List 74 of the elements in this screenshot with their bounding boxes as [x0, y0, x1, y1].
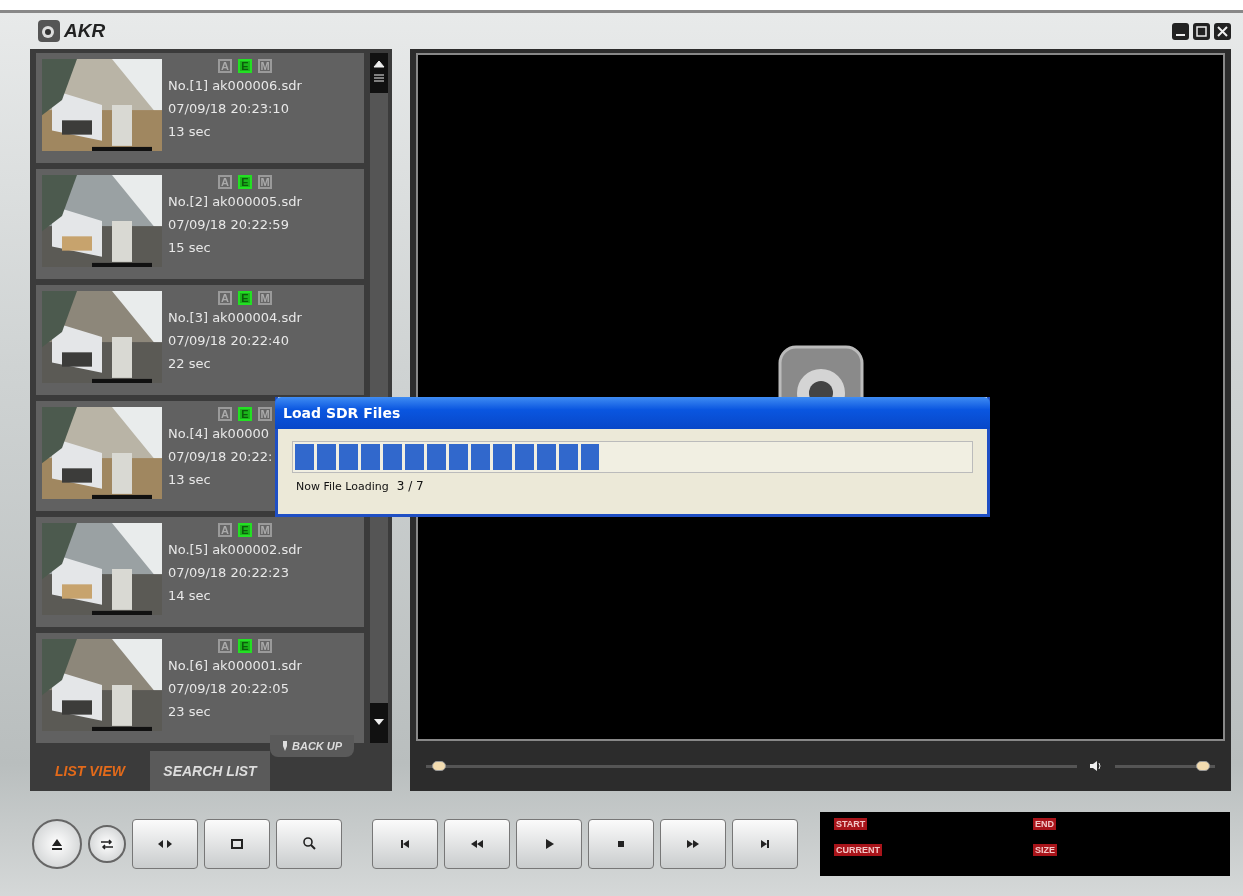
file-name: No.[5] ak000002.sdr — [168, 541, 302, 559]
flag-badge: M — [258, 291, 272, 305]
record-datetime: 07/09/18 20:22:23 — [168, 564, 290, 582]
slider-thumb[interactable] — [432, 760, 446, 771]
flag-badge: A — [218, 523, 232, 537]
flag-badge: M — [258, 175, 272, 189]
flag-badge: M — [258, 639, 272, 653]
record-datetime: 07/09/18 20:22:40 — [168, 332, 290, 350]
flag-badge: A — [218, 639, 232, 653]
record-datetime: 07/09/18 20:22:05 — [168, 680, 290, 698]
file-name: No.[3] ak000004.sdr — [168, 309, 302, 327]
flag-badge: E — [238, 59, 252, 73]
tab[interactable]: LIST VIEW — [30, 751, 150, 791]
record-datetime: 07/09/18 20:23:10 — [168, 100, 290, 118]
info-label: SIZE — [1033, 843, 1057, 856]
info-label: START — [834, 817, 868, 830]
flag-badge: M — [258, 407, 272, 421]
tab[interactable]: SEARCH LIST — [150, 751, 270, 791]
search-icon — [301, 835, 317, 852]
record-datetime: 07/09/18 20:22: — [168, 448, 273, 466]
record-duration: 13 sec — [168, 123, 212, 141]
file-name: No.[4] ak00000 — [168, 425, 270, 443]
flag-badge: A — [218, 59, 232, 73]
flag-badge: M — [258, 59, 272, 73]
slider-thumb[interactable] — [1196, 760, 1210, 771]
flag-badge: E — [238, 523, 252, 537]
dialog-title: Load SDR Files — [275, 397, 990, 429]
file-name: No.[1] ak000006.sdr — [168, 77, 302, 95]
recording-item[interactable]: A E M No.[3] ak000004.sdr 07/09/18 20:22:40 22 sec — [36, 285, 364, 395]
minimize-icon[interactable] — [1172, 22, 1189, 40]
record-duration: 13 sec — [168, 471, 212, 489]
flag-badge: E — [238, 175, 252, 189]
play-button[interactable] — [516, 818, 582, 869]
window-button[interactable] — [204, 818, 270, 869]
flag-badge: E — [238, 639, 252, 653]
flag-badge: M — [258, 523, 272, 537]
backup-button[interactable]: BACK UP — [270, 735, 355, 757]
recording-item[interactable]: A E M No.[1] ak000006.sdr 07/09/18 20:23:10 13 sec — [36, 53, 364, 163]
record-duration: 23 sec — [168, 703, 212, 721]
flag-badge: A — [218, 291, 232, 305]
info-label: CURRENT — [834, 843, 882, 856]
swap-button[interactable] — [88, 824, 126, 863]
file-name: No.[6] ak000001.sdr — [168, 657, 302, 675]
record-duration: 15 sec — [168, 239, 212, 257]
volume-slider[interactable] — [1115, 764, 1215, 768]
info-label: END — [1033, 817, 1056, 830]
flag-badge: E — [238, 291, 252, 305]
search-button[interactable] — [276, 818, 342, 869]
recording-item[interactable]: A E M No.[5] ak000002.sdr 07/09/18 20:22:23 14 sec — [36, 517, 364, 627]
recording-item[interactable]: A E M No.[2] ak000005.sdr 07/09/18 20:22:59 15 sec — [36, 169, 364, 279]
stop-button[interactable] — [588, 818, 654, 869]
close-icon[interactable] — [1214, 22, 1231, 40]
eject-button[interactable] — [32, 818, 82, 869]
camera-logo-icon — [777, 345, 864, 397]
flag-badge: A — [218, 175, 232, 189]
file-count: 3 / 7 — [396, 479, 424, 493]
record-duration: 22 sec — [168, 355, 212, 373]
skip-start-button[interactable] — [372, 818, 438, 869]
record-datetime: 07/09/18 20:22:59 — [168, 216, 290, 234]
skip-end-button[interactable] — [732, 818, 798, 869]
file-name: No.[2] ak000005.sdr — [168, 193, 302, 211]
position-slider[interactable] — [426, 764, 1077, 768]
pin-icon — [282, 741, 288, 751]
app-title: AKR — [64, 20, 106, 42]
maximize-icon[interactable] — [1193, 22, 1210, 40]
flag-badge: A — [218, 407, 232, 421]
speaker-icon — [1089, 759, 1103, 773]
fast-forward-button[interactable] — [660, 818, 726, 869]
rewind-button[interactable] — [444, 818, 510, 869]
recording-item[interactable]: A E M No.[6] ak000001.sdr 07/09/18 20:22:05 23 sec — [36, 633, 364, 743]
split-button[interactable] — [132, 818, 198, 869]
record-duration: 14 sec — [168, 587, 212, 605]
camera-logo-icon — [38, 20, 60, 42]
flag-badge: E — [238, 407, 252, 421]
